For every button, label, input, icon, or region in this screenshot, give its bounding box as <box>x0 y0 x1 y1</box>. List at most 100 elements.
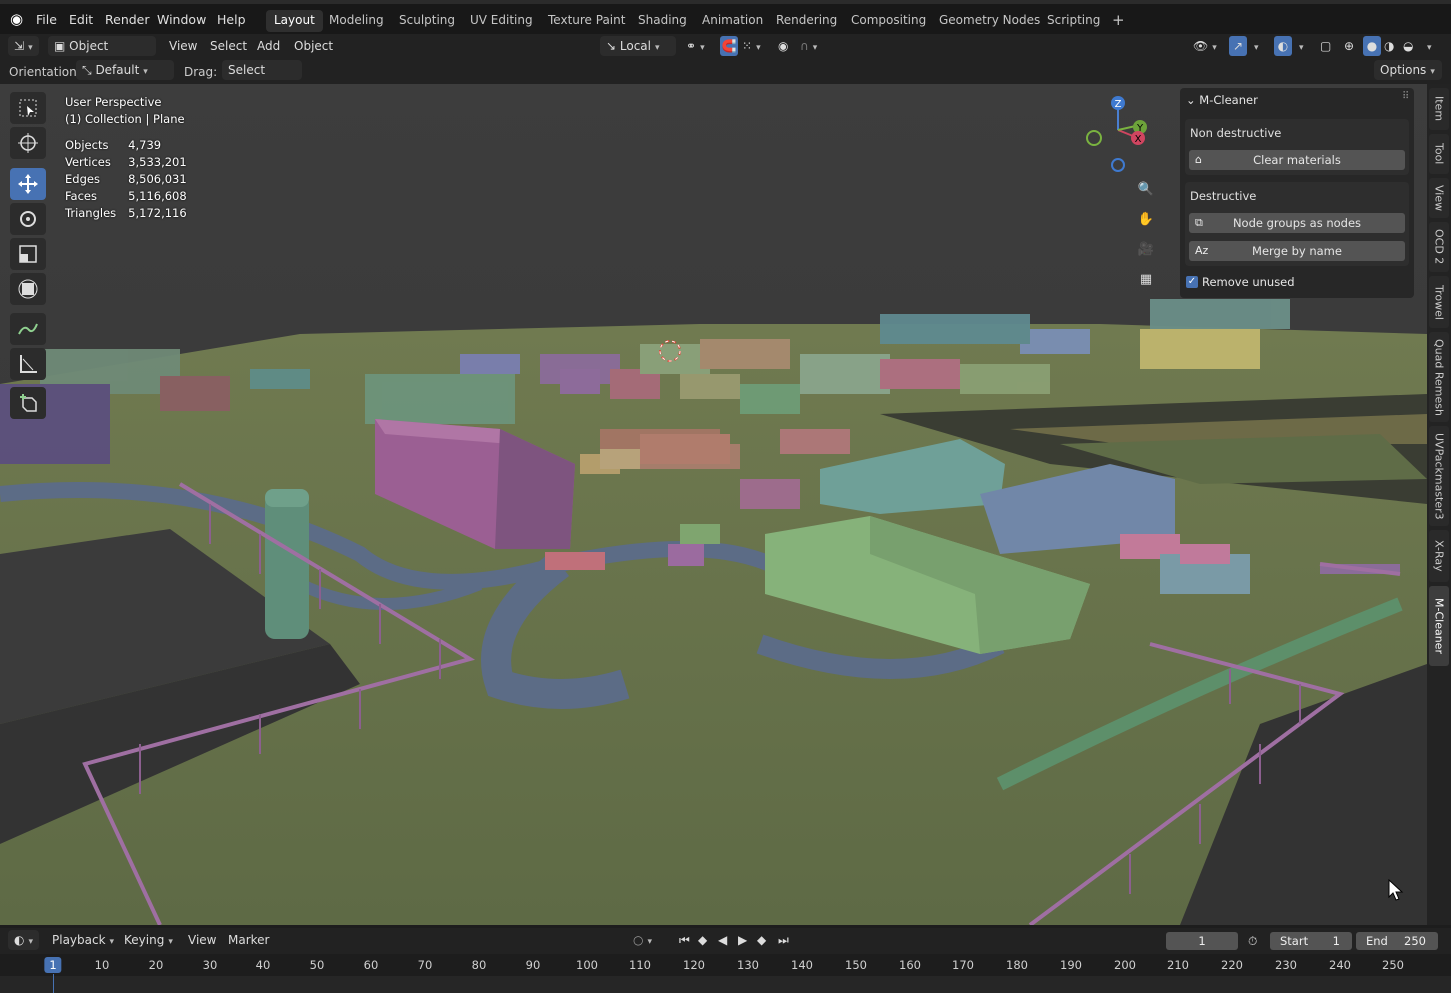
solid-shading-icon[interactable]: ● <box>1363 36 1381 56</box>
timeline-track[interactable] <box>0 976 1451 993</box>
merge-by-name-button[interactable]: Aᴢ Merge by name <box>1189 241 1405 261</box>
wireframe-shading-icon[interactable]: ⊕ <box>1344 36 1354 56</box>
add-workspace-icon[interactable]: + <box>1104 8 1133 30</box>
annotate-tool[interactable] <box>10 313 46 345</box>
overlays-dropdown-icon[interactable]: ▾ <box>1295 36 1304 56</box>
3d-viewport[interactable]: User Perspective (1) Collection | Plane … <box>0 84 1427 925</box>
measure-tool[interactable] <box>10 348 46 380</box>
gizmo-neg-z-axis[interactable] <box>1111 158 1125 172</box>
cursor-tool[interactable] <box>10 127 46 159</box>
sidebar-tab-tool[interactable]: Tool <box>1429 134 1449 174</box>
blender-logo-icon[interactable]: ◉ <box>10 10 23 28</box>
auto-keying-icon[interactable]: ○ ▾ <box>633 930 652 950</box>
sidebar-tab-view[interactable]: View <box>1429 178 1449 218</box>
menu-window[interactable]: Window <box>157 12 206 27</box>
sidebar-tab-trowel[interactable]: Trowel <box>1429 276 1449 328</box>
sidebar-tab-item[interactable]: Item <box>1429 88 1449 130</box>
transform-orientation-dropdown[interactable]: ↘ Local ▾ <box>600 36 676 56</box>
tab-sculpting[interactable]: Sculpting <box>391 10 463 32</box>
play-reverse-icon[interactable]: ◀ <box>718 930 727 950</box>
header-menu-select[interactable]: Select <box>210 36 247 56</box>
end-frame-field[interactable]: End 250 <box>1356 932 1438 950</box>
transform-tool[interactable] <box>10 273 46 305</box>
start-frame-field[interactable]: Start 1 <box>1270 932 1352 950</box>
prev-keyframe-icon[interactable]: ◆ <box>698 930 707 950</box>
rendered-shading-icon[interactable]: ◒ <box>1403 36 1413 56</box>
tab-scripting[interactable]: Scripting <box>1039 10 1108 32</box>
orientation-dropdown[interactable]: ⤡ Default ▾ <box>76 60 174 80</box>
tab-animation[interactable]: Animation <box>694 10 771 32</box>
gizmo-dropdown-icon[interactable]: ▾ <box>1250 36 1259 56</box>
mouse-pointer-icon <box>1388 879 1404 901</box>
falloff-icon[interactable]: ∩ ▾ <box>800 36 817 56</box>
navigation-gizmo[interactable]: Z Y X <box>1080 92 1160 182</box>
tab-layout[interactable]: Layout <box>266 10 323 32</box>
gizmo-neg-y-axis[interactable] <box>1086 130 1102 146</box>
scale-tool[interactable] <box>10 238 46 270</box>
next-keyframe-icon[interactable]: ◆ <box>757 930 766 950</box>
tab-shading[interactable]: Shading <box>630 10 695 32</box>
timeline-menu-keying[interactable]: Keying ▾ <box>124 930 173 950</box>
add-cube-tool[interactable] <box>10 387 46 419</box>
drag-dropdown[interactable]: Select Box▾ <box>222 60 302 97</box>
sidebar-tab-xray[interactable]: X-Ray <box>1429 530 1449 582</box>
snap-target-icon[interactable]: ⁙ ▾ <box>742 36 761 56</box>
current-frame-field[interactable]: 1 <box>1166 932 1238 950</box>
current-frame-marker[interactable]: 1 <box>44 957 62 973</box>
panel-header[interactable]: ⌄ M-Cleaner <box>1186 93 1258 107</box>
camera-view-icon[interactable]: 🎥 <box>1134 237 1158 261</box>
menu-help[interactable]: Help <box>217 12 246 27</box>
tab-uv-editing[interactable]: UV Editing <box>462 10 541 32</box>
timeline-editor-type-button[interactable]: ◐ ▾ <box>8 930 40 950</box>
play-icon[interactable]: ▶ <box>738 930 747 950</box>
gizmo-toggle-icon[interactable]: ↗ <box>1229 36 1247 56</box>
tab-geometry-nodes[interactable]: Geometry Nodes <box>931 10 1048 32</box>
sidebar-tab-m-cleaner[interactable]: M-Cleaner <box>1429 586 1449 666</box>
options-dropdown[interactable]: Options ▾ <box>1374 60 1442 80</box>
menu-file[interactable]: File <box>36 12 57 27</box>
header-menu-object[interactable]: Object <box>294 36 333 56</box>
tab-modeling[interactable]: Modeling <box>321 10 392 32</box>
node-groups-as-nodes-button[interactable]: ⧉ Node groups as nodes <box>1189 213 1405 233</box>
sidebar-tab-uvpackmaster[interactable]: UVPackmaster3 <box>1429 426 1449 526</box>
clear-materials-button[interactable]: ⌂ Clear materials <box>1189 150 1405 170</box>
visibility-icon[interactable]: 👁 ▾ <box>1193 36 1217 56</box>
move-tool[interactable] <box>10 168 46 200</box>
timeline-menu-view[interactable]: View <box>188 930 216 950</box>
drag-handle-icon[interactable]: ⠿ <box>1402 91 1409 102</box>
zoom-icon[interactable]: 🔍 <box>1134 177 1158 201</box>
jump-end-icon[interactable]: ⏭ <box>778 930 789 950</box>
menu-render[interactable]: Render <box>105 12 150 27</box>
tab-compositing[interactable]: Compositing <box>843 10 934 32</box>
sidebar-tab-ocd2[interactable]: OCD 2 <box>1429 222 1449 272</box>
mode-dropdown[interactable]: ▣ Object Mode▾ <box>48 36 156 73</box>
material-shading-icon[interactable]: ◑ <box>1384 36 1394 56</box>
jump-start-icon[interactable]: ⏮ <box>679 930 690 950</box>
snap-toggle-icon[interactable]: 🧲 <box>720 36 738 56</box>
pivot-point-icon[interactable]: ⚭ ▾ <box>686 36 705 56</box>
header-menu-view[interactable]: View <box>169 36 197 56</box>
playhead-line[interactable] <box>53 974 54 993</box>
preview-range-icon[interactable]: ⏱ <box>1248 931 1257 951</box>
tab-texture-paint[interactable]: Texture Paint <box>540 10 633 32</box>
pan-hand-icon[interactable]: ✋ <box>1134 207 1158 231</box>
rotate-tool[interactable] <box>10 203 46 235</box>
perspective-grid-icon[interactable]: ▦ <box>1134 267 1158 291</box>
editor-type-button[interactable]: ⇲ ▾ <box>8 36 39 56</box>
timeline-menu-playback[interactable]: Playback ▾ <box>52 930 114 950</box>
collapse-chevron-icon[interactable]: ⌄ <box>1186 93 1196 107</box>
remove-unused-checkbox[interactable]: ✓ Remove unused <box>1186 275 1295 289</box>
menu-edit[interactable]: Edit <box>69 12 93 27</box>
sidebar-tab-quad-remesh[interactable]: Quad Remesh <box>1429 332 1449 422</box>
timeline-area[interactable]: 1 10 20 30 40 50 60 70 80 90 100 110 120 130 140 150 160… <box>0 954 1451 993</box>
select-box-tool[interactable] <box>10 92 46 124</box>
proportional-edit-icon[interactable]: ◉ <box>778 36 788 56</box>
frame-tick: 120 <box>683 958 705 972</box>
overlays-toggle-icon[interactable]: ◐ <box>1274 36 1292 56</box>
shading-dropdown-icon[interactable]: ▾ <box>1423 36 1432 56</box>
timeline-menu-marker[interactable]: Marker <box>228 930 269 950</box>
tab-rendering[interactable]: Rendering <box>768 10 845 32</box>
header-menu-add[interactable]: Add <box>257 36 280 56</box>
xray-toggle-icon[interactable]: ▢ <box>1320 36 1331 56</box>
checkbox-checked-icon[interactable]: ✓ <box>1186 276 1198 288</box>
